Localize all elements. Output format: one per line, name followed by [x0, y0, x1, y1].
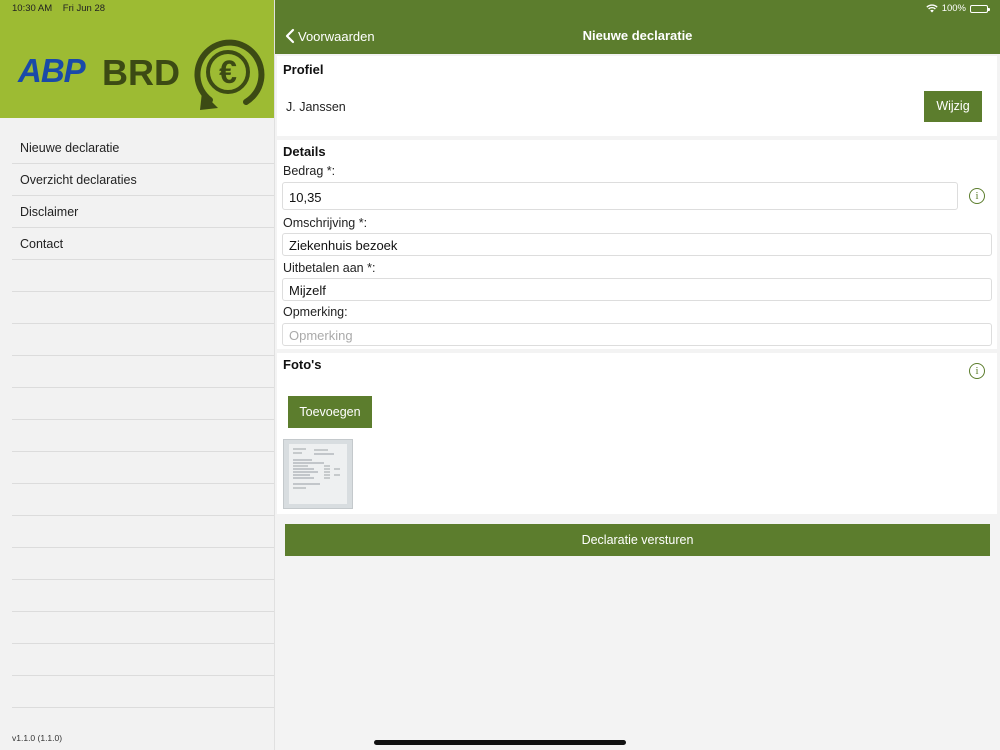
sidebar-item-overzicht-declaraties[interactable]: Overzicht declaraties	[12, 164, 274, 196]
bedrag-input[interactable]: 10,35	[282, 182, 958, 210]
battery-percentage: 100%	[941, 3, 966, 14]
app-version: v1.1.0 (1.1.0)	[12, 733, 63, 743]
menu-divider	[12, 644, 274, 676]
sidebar-menu: Nieuwe declaratie Overzicht declaraties …	[12, 132, 274, 708]
menu-divider	[12, 676, 274, 708]
sidebar-item-nieuwe-declaratie[interactable]: Nieuwe declaratie	[12, 132, 274, 164]
home-indicator	[374, 740, 626, 745]
menu-divider	[12, 292, 274, 324]
wifi-icon	[926, 4, 938, 13]
page-title: Nieuwe declaratie	[582, 28, 693, 43]
sidebar: ABP BRD € Nieuwe declaratie Overzicht de…	[0, 0, 275, 750]
menu-divider	[12, 388, 274, 420]
sidebar-item-contact[interactable]: Contact	[12, 228, 274, 260]
opmerking-input[interactable]: Opmerking	[282, 323, 992, 346]
euro-icon: €	[194, 39, 265, 110]
details-card: Details Bedrag *: 10,35 i Omschrijving *…	[277, 140, 997, 349]
euro-symbol: €	[219, 54, 237, 90]
battery-icon	[970, 4, 990, 13]
logo-abp: ABP	[18, 52, 86, 89]
toevoegen-button[interactable]: Toevoegen	[288, 396, 372, 428]
bedrag-label: Bedrag *:	[283, 164, 336, 178]
fotos-title: Foto's	[283, 357, 322, 372]
uitbetalen-label: Uitbetalen aan *:	[283, 261, 376, 275]
profiel-card: Profiel J. Janssen Wijzig	[277, 56, 997, 136]
menu-divider	[12, 612, 274, 644]
wijzig-button[interactable]: Wijzig	[924, 91, 982, 122]
bedrag-info-icon[interactable]: i	[969, 188, 985, 204]
photo-thumbnail[interactable]	[283, 439, 353, 509]
menu-divider	[12, 420, 274, 452]
navbar: Voorwaarden Nieuwe declaratie	[275, 0, 1000, 54]
uitbetalen-input[interactable]: Mijzelf	[282, 278, 992, 301]
status-date: Fri Jun 28	[62, 3, 106, 14]
omschrijving-input[interactable]: Ziekenhuis bezoek	[282, 233, 992, 256]
opmerking-label: Opmerking:	[283, 305, 348, 319]
logo-banner: ABP BRD €	[0, 0, 274, 118]
menu-divider	[12, 516, 274, 548]
menu-divider	[12, 484, 274, 516]
menu-divider	[12, 356, 274, 388]
menu-divider	[12, 548, 274, 580]
status-bar-right: 100%	[926, 3, 990, 14]
profiel-title: Profiel	[283, 62, 324, 77]
menu-divider	[12, 260, 274, 292]
receipt-image	[289, 444, 347, 504]
fotos-info-icon[interactable]: i	[969, 363, 985, 379]
details-title: Details	[283, 144, 326, 159]
sidebar-item-disclaimer[interactable]: Disclaimer	[12, 196, 274, 228]
fotos-card: Foto's i Toevoegen	[277, 353, 997, 514]
declaratie-versturen-button[interactable]: Declaratie versturen	[285, 524, 990, 556]
logo-brd: BRD	[102, 52, 180, 93]
omschrijving-label: Omschrijving *:	[283, 216, 368, 230]
menu-divider	[12, 324, 274, 356]
menu-divider	[12, 580, 274, 612]
menu-divider	[12, 452, 274, 484]
status-time: 10:30 AM	[12, 3, 53, 14]
status-bar-left: 10:30 AM Fri Jun 28	[12, 3, 105, 14]
profile-name: J. Janssen	[286, 100, 346, 114]
